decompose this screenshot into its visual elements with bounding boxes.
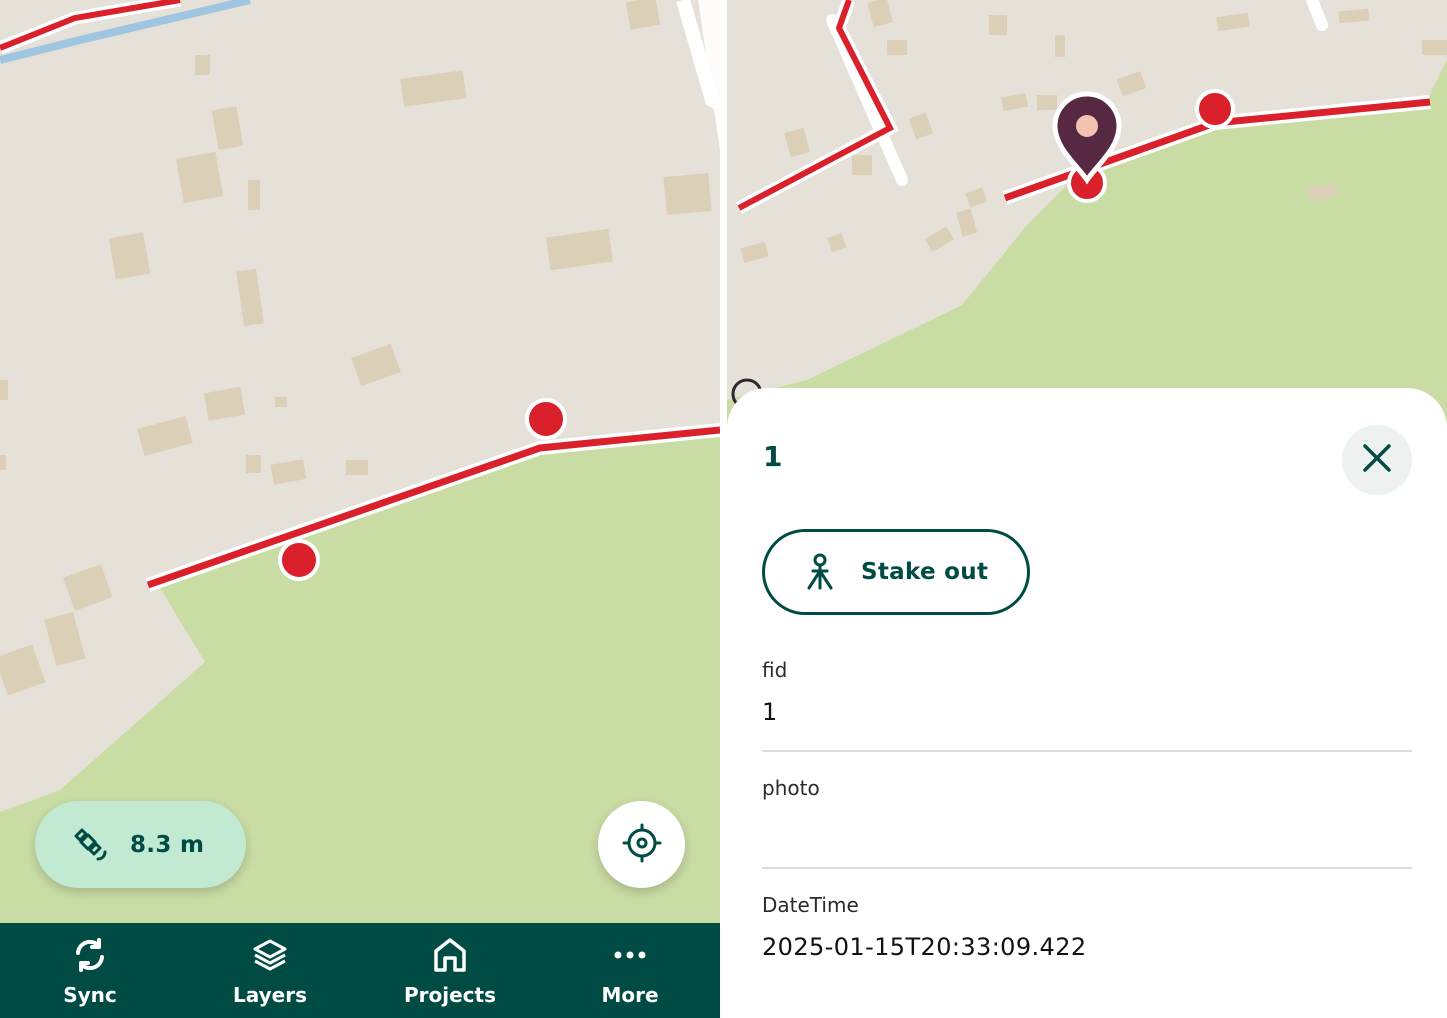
map-screen-right: 1 Stake out fid 1 photo DateTime 2025-01… [727,0,1447,1018]
field-label: DateTime [762,893,859,917]
bottom-navigation: Sync Layers Projects More [0,923,720,1018]
road-top [1306,0,1328,31]
nav-item-more[interactable]: More [540,923,720,1018]
nav-label-more: More [601,983,659,1007]
feature-vertex [1195,89,1235,129]
field-label: fid [762,658,788,682]
home-icon [430,935,470,975]
sync-icon [70,935,110,975]
field-value: 2025-01-15T20:33:09.422 [762,933,1087,961]
nav-item-projects[interactable]: Projects [360,923,540,1018]
stake-out-button[interactable]: Stake out [762,529,1030,615]
feature-title: 1 [763,440,783,473]
gps-accuracy-value: 8.3 m [130,831,205,858]
gps-accuracy-button[interactable]: 8.3 m [35,801,246,888]
field-label: photo [762,776,820,800]
field-value: 1 [762,698,778,726]
nav-item-layers[interactable]: Layers [180,923,360,1018]
feature-vertex [278,539,320,581]
close-button[interactable] [1342,425,1412,495]
close-icon [1361,442,1393,478]
feature-detail-sheet: 1 Stake out fid 1 photo DateTime 2025-01… [727,388,1447,1018]
map-screen-left: 8.3 m Sync Layers Projects More [0,0,720,1018]
satellite-icon [72,826,110,864]
field-photo: photo [762,772,1412,869]
recenter-button[interactable] [598,801,685,888]
field-datetime: DateTime 2025-01-15T20:33:09.422 [762,889,1412,984]
screen-divider [720,0,727,1018]
nav-label-sync: Sync [63,983,117,1007]
nav-item-sync[interactable]: Sync [0,923,180,1018]
nav-label-projects: Projects [403,983,496,1007]
feature-vertex [525,398,567,440]
nav-label-layers: Layers [233,983,307,1007]
field-fid: fid 1 [762,654,1412,752]
more-dots-icon [610,935,650,975]
gps-target-icon [622,823,662,867]
stake-out-label: Stake out [861,559,989,585]
layers-icon [250,935,290,975]
survey-tripod-icon [801,552,839,592]
